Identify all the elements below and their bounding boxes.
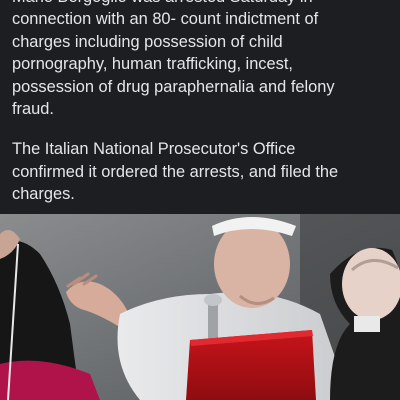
pope-face bbox=[214, 220, 290, 308]
post-paragraph-2: The Italian National Prosecutor's Office… bbox=[12, 140, 339, 204]
right-figure-head bbox=[342, 248, 400, 320]
post-photo[interactable] bbox=[0, 214, 400, 400]
photo-illustration bbox=[0, 214, 400, 400]
post-paragraph-1: Mario Bergoglio was arrested Saturday in… bbox=[12, 0, 335, 119]
social-post: Mario Bergoglio was arrested Saturday in… bbox=[0, 0, 400, 400]
microphone-icon bbox=[204, 294, 222, 306]
post-body-text: Mario Bergoglio was arrested Saturday in… bbox=[12, 0, 392, 206]
